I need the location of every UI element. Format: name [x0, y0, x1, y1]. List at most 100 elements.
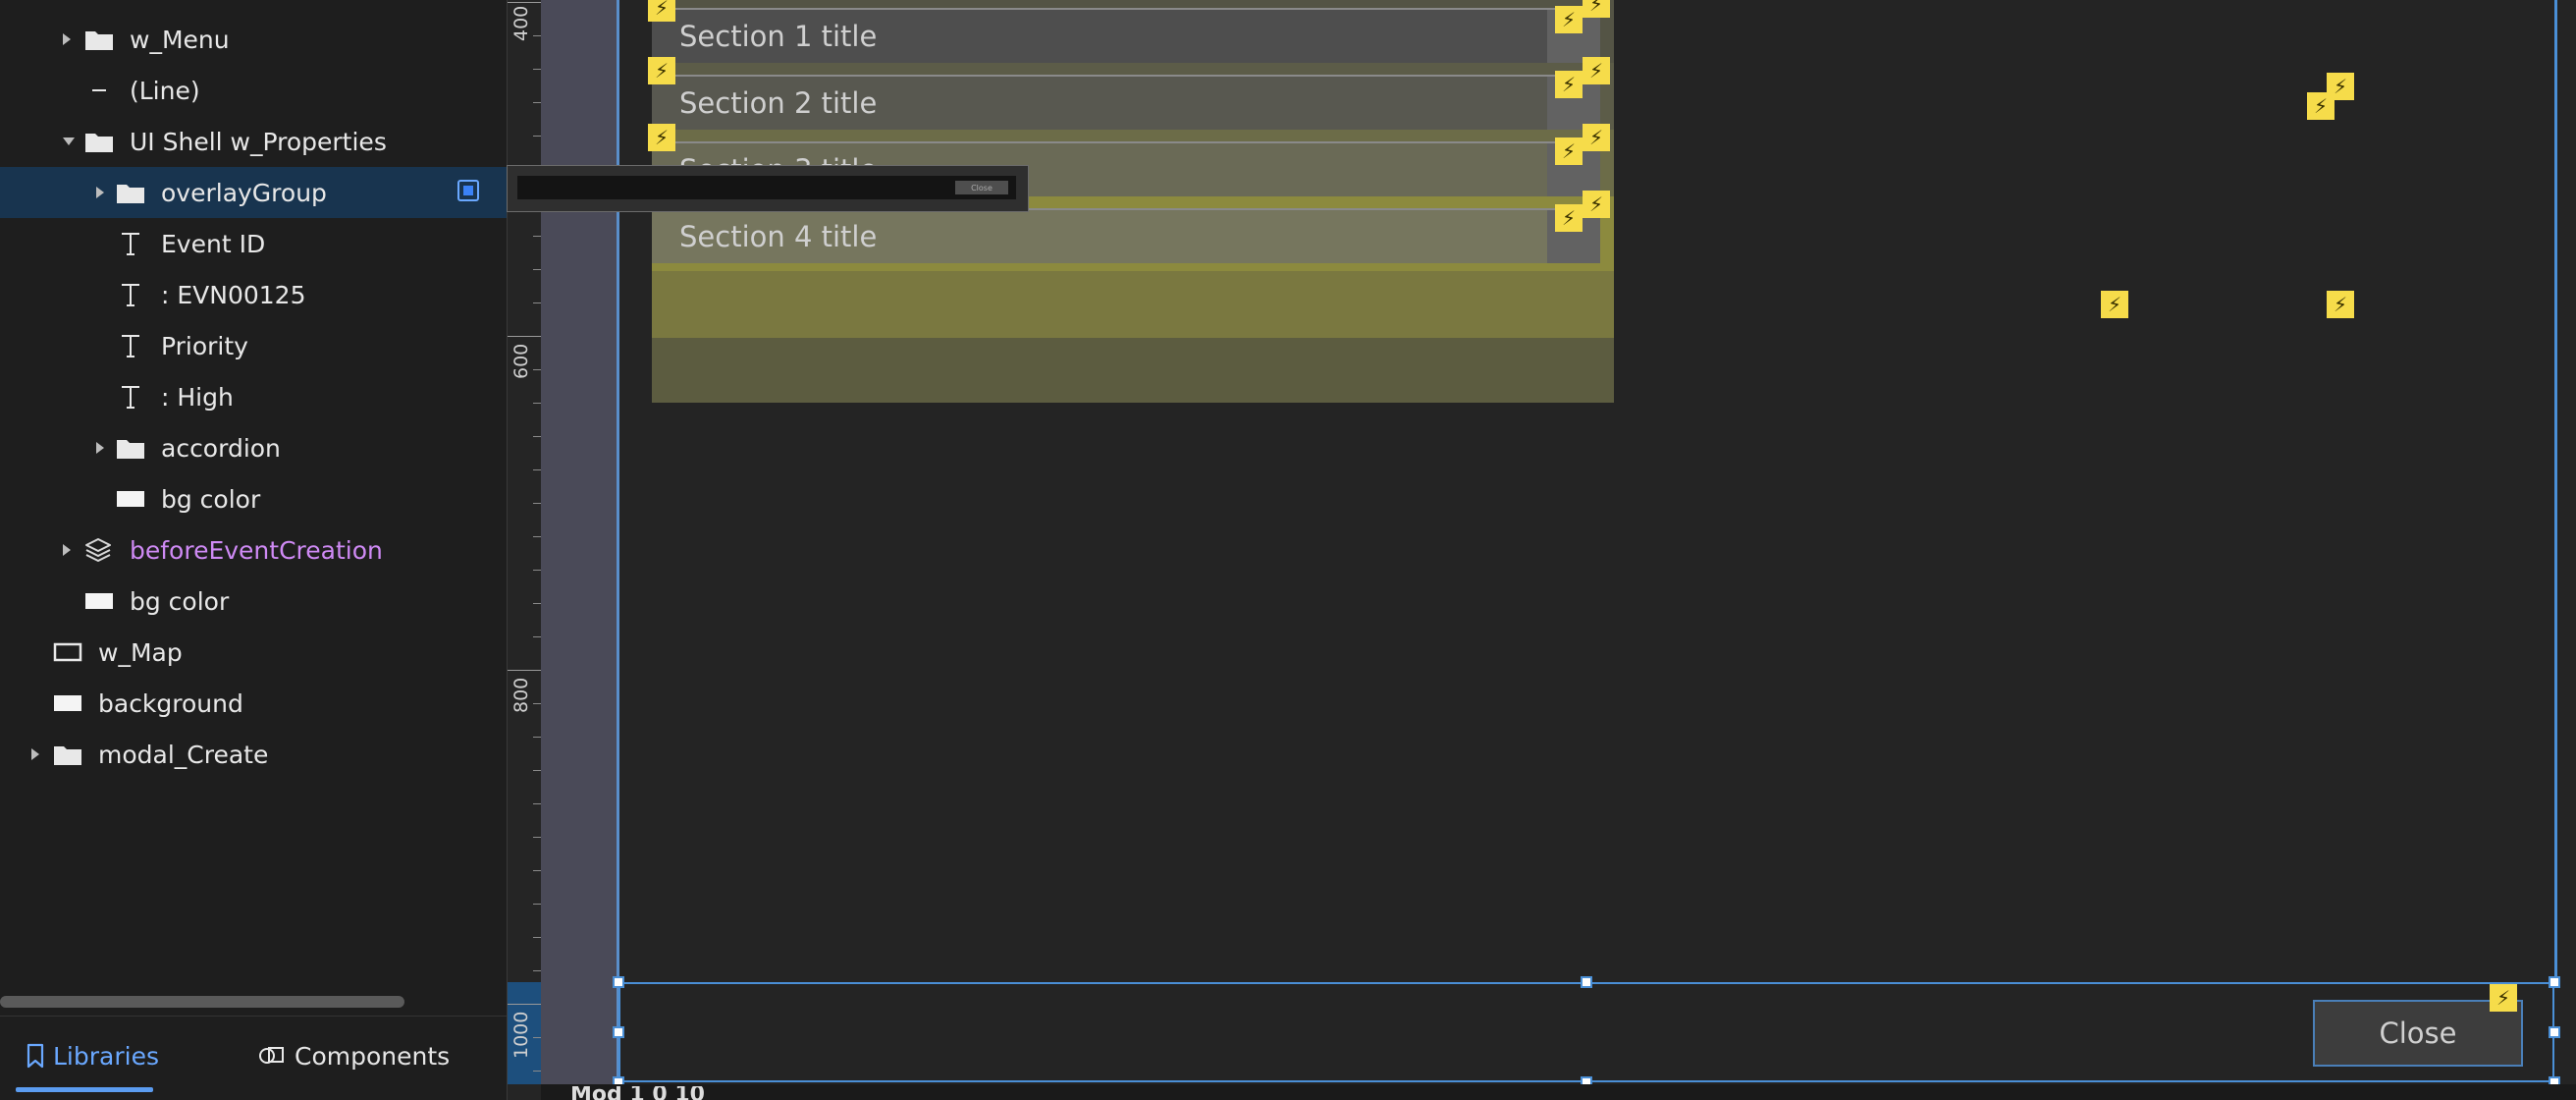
layer-label: w_Menu	[130, 25, 230, 54]
folder-icon	[85, 31, 113, 50]
section-title: Section 1 title	[679, 20, 878, 53]
interaction-bolt-icon[interactable]: ⚡	[1583, 0, 1610, 18]
horizontal-scrollbar[interactable]	[0, 996, 404, 1008]
interaction-bolt-icon[interactable]: ⚡	[1583, 57, 1610, 84]
layer-label: bg color	[161, 484, 261, 514]
ruler-tick	[533, 904, 541, 905]
layer-label: w_Map	[98, 637, 183, 667]
ruler-tick	[533, 703, 541, 704]
layer-label: modal_Create	[98, 740, 269, 769]
selection-indicator-icon[interactable]	[457, 180, 479, 201]
chevron-right-icon[interactable]	[31, 748, 39, 760]
bookmark-icon	[27, 1043, 44, 1069]
ruler-tick	[533, 35, 541, 36]
ruler-tick	[533, 970, 541, 971]
layer-row-bg-color[interactable]: bg color	[0, 473, 507, 524]
interaction-bolt-icon[interactable]: ⚡	[1555, 138, 1583, 165]
ruler-tick	[533, 536, 541, 537]
section-title: Section 2 title	[679, 86, 878, 120]
ruler-tick	[533, 770, 541, 771]
layer-label: bg color	[130, 586, 230, 616]
resize-handle[interactable]	[613, 1026, 624, 1038]
layer-label: : High	[161, 382, 234, 412]
layer-row-w-menu[interactable]: w_Menu	[0, 14, 507, 65]
chevron-right-icon[interactable]	[63, 544, 71, 556]
interaction-bolt-icon[interactable]: ⚡	[1555, 71, 1583, 98]
layer-label: beforeEventCreation	[130, 535, 383, 565]
text-icon	[122, 335, 139, 358]
layer-row-priority-value[interactable]: : High	[0, 371, 507, 422]
overlay-group-preview: Close	[507, 165, 1029, 212]
layer-label: Priority	[161, 331, 248, 360]
interaction-bolt-icon[interactable]: ⚡	[648, 0, 675, 22]
layer-row-event-id-value[interactable]: : EVN00125	[0, 269, 507, 320]
frame-icon	[53, 642, 82, 662]
ruler-tick	[533, 603, 541, 604]
interaction-bolt-icon[interactable]: ⚡	[2307, 92, 2334, 120]
overlay-close-button: Close	[955, 181, 1008, 194]
panel-bottom-tabs: Libraries Components	[0, 1016, 507, 1100]
chevron-right-icon[interactable]	[63, 33, 71, 45]
layer-label: UI Shell w_Properties	[130, 127, 387, 156]
accordion-section-1[interactable]: Section 1 title	[652, 8, 1600, 63]
ruler-tick	[508, 2, 541, 3]
resize-handle[interactable]	[1581, 976, 1592, 988]
chevron-right-icon[interactable]	[96, 442, 104, 454]
layer-label: background	[98, 688, 243, 718]
ruler-tick	[533, 837, 541, 838]
accordion-section-2[interactable]: Section 2 title	[652, 75, 1600, 130]
tab-libraries[interactable]: Libraries	[26, 1017, 159, 1095]
rectangle-icon	[85, 593, 113, 609]
ruler-tick	[508, 336, 541, 337]
layer-row-line[interactable]: (Line)	[0, 65, 507, 116]
ruler-label: 600	[510, 343, 532, 379]
resize-handle[interactable]	[2549, 1026, 2560, 1038]
ruler-tick	[533, 302, 541, 303]
layer-row-modal-create[interactable]: modal_Create	[0, 729, 507, 780]
interaction-bolt-icon[interactable]: ⚡	[648, 124, 675, 151]
ruler-label: 800	[510, 677, 532, 713]
layer-label: accordion	[161, 433, 281, 463]
accordion-section-4[interactable]: Section 4 title	[652, 208, 1600, 263]
layer-row-overlay-group[interactable]: overlayGroup	[0, 167, 507, 218]
ruler-tick	[533, 69, 541, 70]
frame-edge-right	[2554, 0, 2557, 982]
ruler-tick	[533, 436, 541, 437]
ruler-tick	[533, 369, 541, 370]
folder-icon	[117, 185, 144, 203]
interaction-bolt-icon[interactable]: ⚡	[2490, 984, 2517, 1012]
ruler-tick	[533, 236, 541, 237]
layer-row-bg-color[interactable]: bg color	[0, 576, 507, 627]
interaction-bolt-icon[interactable]: ⚡	[1583, 124, 1610, 151]
chevron-down-icon[interactable]	[63, 138, 75, 145]
folder-icon	[85, 134, 113, 152]
layers-icon	[85, 538, 111, 562]
resize-handle[interactable]	[2549, 976, 2560, 988]
layer-row-accordion[interactable]: accordion	[0, 422, 507, 473]
ruler-label: 400	[510, 5, 532, 41]
layer-row-before-event-creation[interactable]: beforeEventCreation	[0, 524, 507, 576]
chevron-right-icon[interactable]	[96, 187, 104, 198]
interaction-bolt-icon[interactable]: ⚡	[2101, 291, 2128, 318]
layer-row-event-id[interactable]: Event ID	[0, 218, 507, 269]
tab-components[interactable]: Components	[257, 1017, 450, 1095]
selected-footer-bounds[interactable]	[618, 982, 2554, 1082]
layer-row-ui-shell-w-properties[interactable]: UI Shell w_Properties	[0, 116, 507, 167]
layer-row-priority[interactable]: Priority	[0, 320, 507, 371]
folder-icon	[117, 440, 144, 459]
interaction-bolt-icon[interactable]: ⚡	[1555, 204, 1583, 232]
active-tab-indicator	[16, 1087, 153, 1092]
layer-row-w-map[interactable]: w_Map	[0, 627, 507, 678]
bottom-frame-label-strip: Mod 1 0 10	[541, 1084, 2576, 1100]
ruler-tick	[508, 1004, 541, 1005]
interaction-bolt-icon[interactable]: ⚡	[1583, 191, 1610, 218]
interaction-bolt-icon[interactable]: ⚡	[648, 57, 675, 84]
ruler-tick	[533, 102, 541, 103]
interaction-bolt-icon[interactable]: ⚡	[1555, 6, 1583, 33]
ruler-tick	[533, 636, 541, 637]
layer-row-background[interactable]: background	[0, 678, 507, 729]
ruler-tick	[533, 870, 541, 871]
rectangle-icon	[54, 695, 81, 711]
resize-handle[interactable]	[613, 976, 624, 988]
interaction-bolt-icon[interactable]: ⚡	[2327, 291, 2354, 318]
